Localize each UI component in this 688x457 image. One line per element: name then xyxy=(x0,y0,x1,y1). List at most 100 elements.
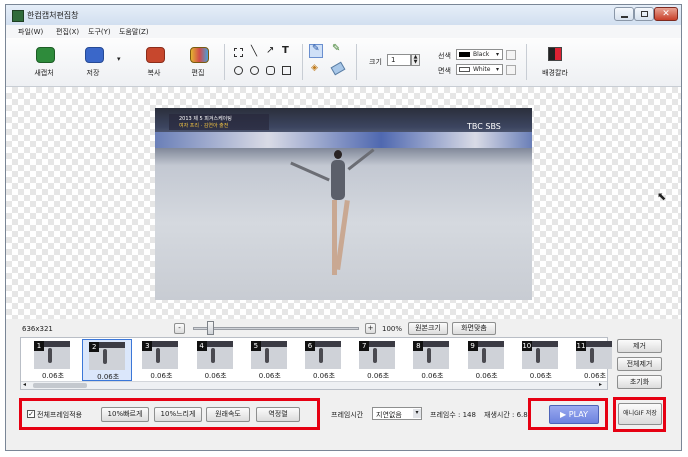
skater-body xyxy=(331,160,345,200)
frame-skater xyxy=(156,348,161,363)
save-button[interactable]: 저장 xyxy=(73,41,113,81)
frame-duration: 0.06초 xyxy=(475,372,498,380)
menu-tools[interactable]: 도구(Y) xyxy=(88,27,111,37)
copy-icon xyxy=(146,47,165,63)
frame-skater xyxy=(427,348,432,363)
frame-strip-scrollbar[interactable]: ◂ ▸ xyxy=(21,381,607,389)
fit-screen-button[interactable]: 화면맞춤 xyxy=(452,322,496,335)
frame-time-dropdown-icon: ▾ xyxy=(413,409,421,418)
frame-item[interactable]: 4 0.06초 xyxy=(191,339,241,381)
frame-skater xyxy=(48,348,52,363)
size-input[interactable]: 1 xyxy=(387,54,411,66)
frame-time-select[interactable]: 지연없음 ▾ xyxy=(372,407,422,420)
frame-skater xyxy=(373,348,378,363)
frame-number: 1 xyxy=(34,341,44,351)
ellipse-select-icon[interactable] xyxy=(234,66,243,75)
frame-item[interactable]: 3 0.06초 xyxy=(136,339,186,381)
fill-color-label: 면색 xyxy=(438,67,451,75)
reset-button[interactable]: 초기화 xyxy=(617,375,662,389)
remove-frame-button[interactable]: 제거 xyxy=(617,339,662,353)
frame-item[interactable]: 11 0.06초 xyxy=(570,339,620,381)
frame-skater xyxy=(535,348,540,363)
size-value: 1 xyxy=(391,56,396,64)
image-dimensions: 636x321 xyxy=(22,325,53,333)
new-capture-button[interactable]: 새캡처 xyxy=(24,41,64,81)
line-color-value: Black xyxy=(473,51,490,58)
frame-item[interactable]: 5 0.06초 xyxy=(245,339,295,381)
save-dropdown-arrow-icon[interactable]: ▾ xyxy=(117,55,121,63)
line-color-checkbox[interactable] xyxy=(506,50,516,60)
frame-item[interactable]: 6 0.06초 xyxy=(299,339,349,381)
scroll-thumb[interactable] xyxy=(33,383,87,388)
line-color-select[interactable]: Black ▾ xyxy=(456,49,503,60)
maximize-button[interactable] xyxy=(634,7,654,21)
zoom-in-button[interactable]: + xyxy=(365,323,376,334)
toolbar-separator xyxy=(302,44,303,80)
toolbar: 새캡처 저장 ▾ 복사 편집 ╲ ↗ T ✎ ✎ ◈ 크기 1 ▲ ▼ 선색 Bl… xyxy=(6,38,681,87)
scroll-left-icon[interactable]: ◂ xyxy=(23,381,26,388)
fill-color-select[interactable]: White ▾ xyxy=(456,64,503,75)
frame-duration: 0.06초 xyxy=(583,372,607,380)
frame-item[interactable]: 2 0.06초 xyxy=(82,339,133,381)
rounded-rect-tool-icon[interactable] xyxy=(266,66,275,75)
toolbar-separator xyxy=(356,44,357,80)
mouse-cursor-icon: ⬉ xyxy=(657,190,667,203)
line-tool-icon[interactable]: ╲ xyxy=(251,46,257,57)
size-label: 크기 xyxy=(369,58,382,66)
arrow-tool-icon[interactable]: ↗ xyxy=(266,45,274,56)
text-tool-icon[interactable]: T xyxy=(282,45,289,56)
circle-tool-icon[interactable] xyxy=(250,66,259,75)
new-capture-label: 새캡처 xyxy=(34,69,54,77)
save-icon xyxy=(85,47,104,63)
minimize-button[interactable] xyxy=(614,7,634,21)
frame-number: 11 xyxy=(576,341,586,351)
maximize-icon xyxy=(641,11,648,17)
camera-icon xyxy=(36,47,55,63)
line-color-dropdown-icon: ▾ xyxy=(496,51,500,58)
fill-color-checkbox[interactable] xyxy=(506,65,516,75)
frame-item[interactable]: 9 0.06초 xyxy=(462,339,512,381)
background-color-button[interactable]: 배경칼라 xyxy=(535,41,575,81)
frame-time-label: 프레임시간 xyxy=(331,411,364,419)
copy-label: 복사 xyxy=(147,69,161,77)
close-button[interactable]: ✕ xyxy=(654,7,678,21)
frame-number: 5 xyxy=(250,341,261,351)
frame-number: 10 xyxy=(521,341,532,351)
frame-item[interactable]: 10 0.06초 xyxy=(516,339,566,381)
frame-duration: 0.06초 xyxy=(312,372,336,380)
toolbar-separator xyxy=(526,44,527,80)
size-spinner[interactable]: ▲ ▼ xyxy=(411,54,420,66)
edit-label: 편집 xyxy=(191,69,205,77)
remove-all-frames-button[interactable]: 전체제거 xyxy=(617,357,662,371)
menu-help[interactable]: 도움말(Z) xyxy=(119,27,149,37)
frame-item[interactable]: 8 0.06초 xyxy=(407,339,457,381)
rect-tool-icon[interactable] xyxy=(282,66,291,75)
frame-item[interactable]: 1 0.06초 xyxy=(28,339,78,381)
fill-bucket-icon[interactable]: ◈ xyxy=(311,63,318,73)
pen-tool-button[interactable]: ✎ xyxy=(309,44,323,58)
background-color-label: 배경칼라 xyxy=(542,69,568,77)
close-icon: ✕ xyxy=(662,9,670,19)
frame-duration: 0.06초 xyxy=(204,372,227,380)
marker-icon[interactable]: ✎ xyxy=(332,43,340,54)
eraser-icon[interactable] xyxy=(330,61,346,76)
menu-edit[interactable]: 편집(X) xyxy=(56,27,79,37)
zoom-slider-track[interactable] xyxy=(193,327,359,330)
minimize-icon xyxy=(621,16,628,18)
frame-number: 2 xyxy=(89,342,100,352)
frame-item[interactable]: 7 0.06초 xyxy=(353,339,403,381)
line-color-label: 선색 xyxy=(438,52,451,60)
frame-duration: 0.06초 xyxy=(367,372,390,380)
highlight-frame-controls xyxy=(19,398,320,430)
spin-down-icon: ▼ xyxy=(413,59,418,65)
scroll-right-icon[interactable]: ▸ xyxy=(599,381,602,388)
rect-select-icon[interactable] xyxy=(234,48,243,57)
captured-image[interactable]: 2013 제 5 피겨스케이팅 여자 프리 · 김연아 출전 TBC SBS xyxy=(155,108,532,300)
zoom-out-button[interactable]: - xyxy=(174,323,185,334)
edit-button[interactable]: 편집 xyxy=(178,41,218,81)
zoom-slider-thumb[interactable] xyxy=(207,321,215,335)
copy-button[interactable]: 복사 xyxy=(134,41,174,81)
menu-file[interactable]: 파일(W) xyxy=(18,27,43,37)
original-size-button[interactable]: 원본크기 xyxy=(408,322,448,335)
play-time: 재생시간 : 6.8 xyxy=(484,411,528,419)
